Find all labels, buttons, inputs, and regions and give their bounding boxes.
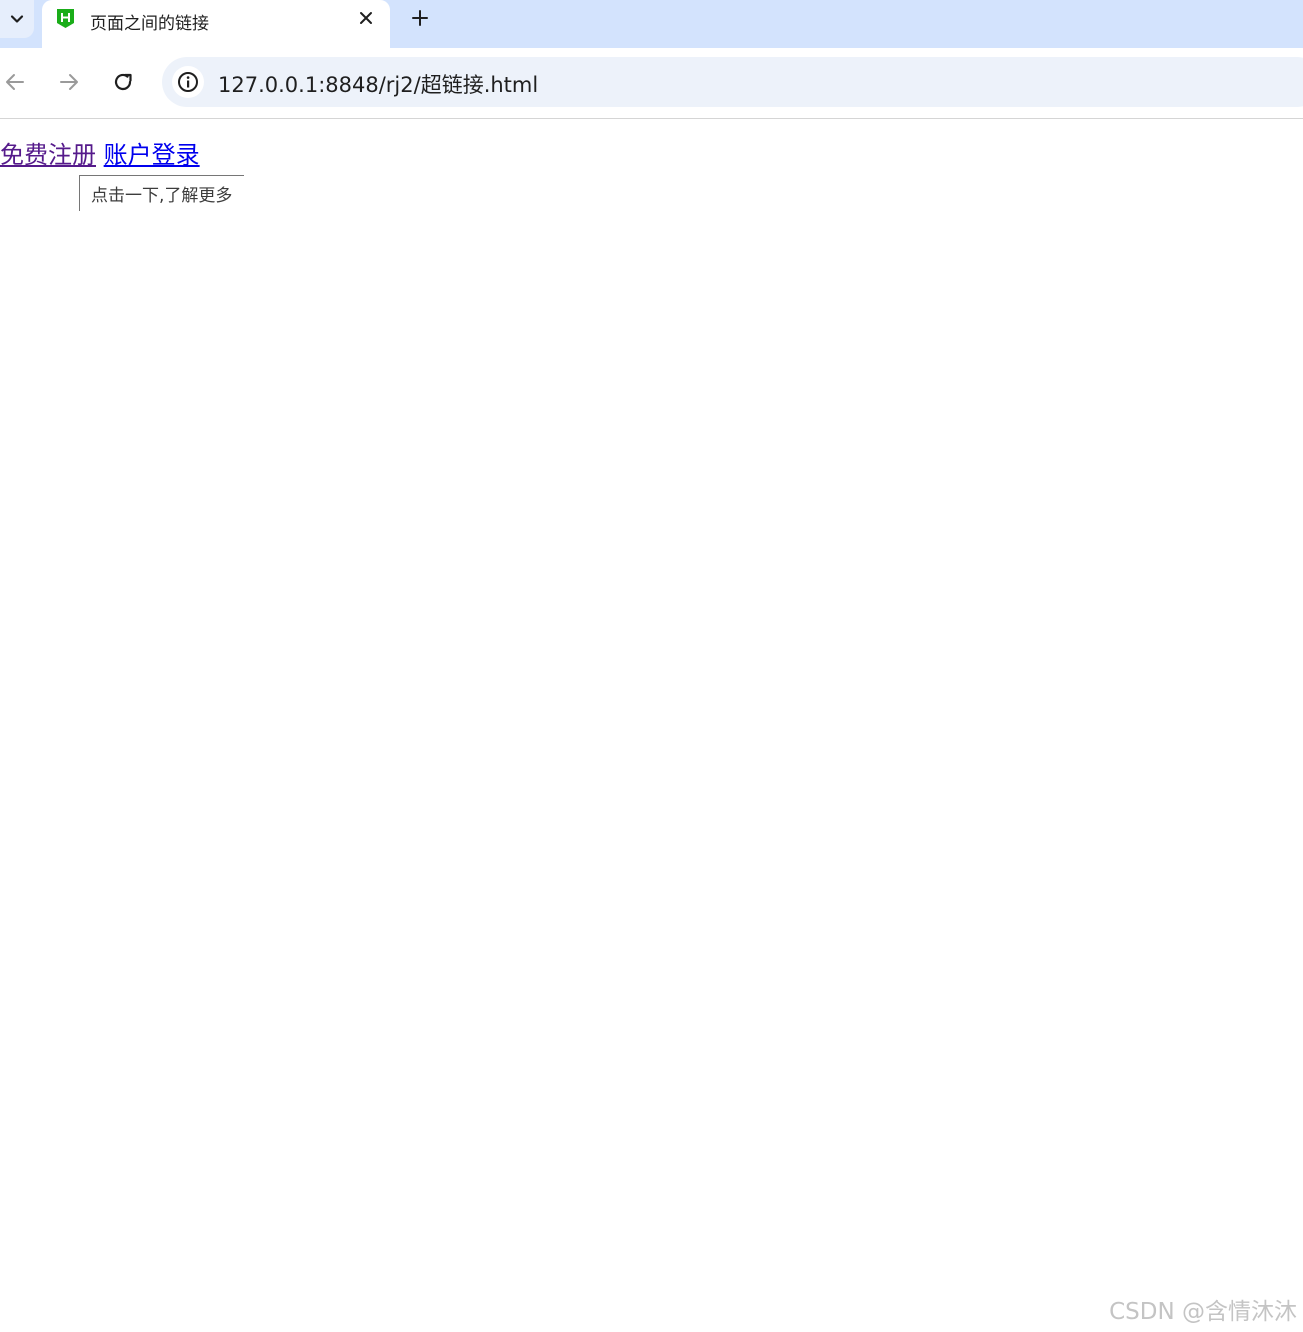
browser-toolbar: 127.0.0.1:8848/rj2/超链接.html: [0, 48, 1303, 119]
free-register-link[interactable]: 免费注册: [0, 141, 96, 169]
address-bar[interactable]: 127.0.0.1:8848/rj2/超链接.html: [162, 57, 1303, 107]
tab-title: 页面之间的链接: [90, 14, 209, 34]
close-icon: [360, 12, 372, 24]
tab-search-button[interactable]: [0, 0, 34, 38]
page-content: 免费注册 账户登录 点击一下,了解更多: [0, 119, 1303, 1332]
tab-active[interactable]: 页面之间的链接: [42, 0, 390, 48]
chevron-down-icon: [10, 15, 24, 23]
forward-button[interactable]: [55, 68, 83, 96]
plus-icon: [412, 10, 428, 26]
link-tooltip: 点击一下,了解更多: [79, 175, 245, 211]
reload-icon: [114, 73, 132, 91]
hbuilder-h-icon: [57, 9, 74, 28]
url-text[interactable]: 127.0.0.1:8848/rj2/超链接.html: [218, 69, 538, 99]
watermark: CSDN @含情沐沐: [1109, 1299, 1297, 1325]
arrow-right-icon: [60, 74, 78, 90]
info-icon: [178, 72, 198, 92]
back-button[interactable]: [1, 68, 29, 96]
account-login-link[interactable]: 账户登录: [104, 141, 200, 169]
link-row: 免费注册 账户登录: [0, 135, 200, 170]
tab-close-button[interactable]: [356, 8, 376, 28]
arrow-left-icon: [6, 74, 24, 90]
reload-button[interactable]: [109, 68, 137, 96]
new-tab-button[interactable]: [407, 5, 433, 31]
tab-strip: 页面之间的链接: [0, 0, 1303, 48]
site-info-button[interactable]: [172, 66, 204, 98]
